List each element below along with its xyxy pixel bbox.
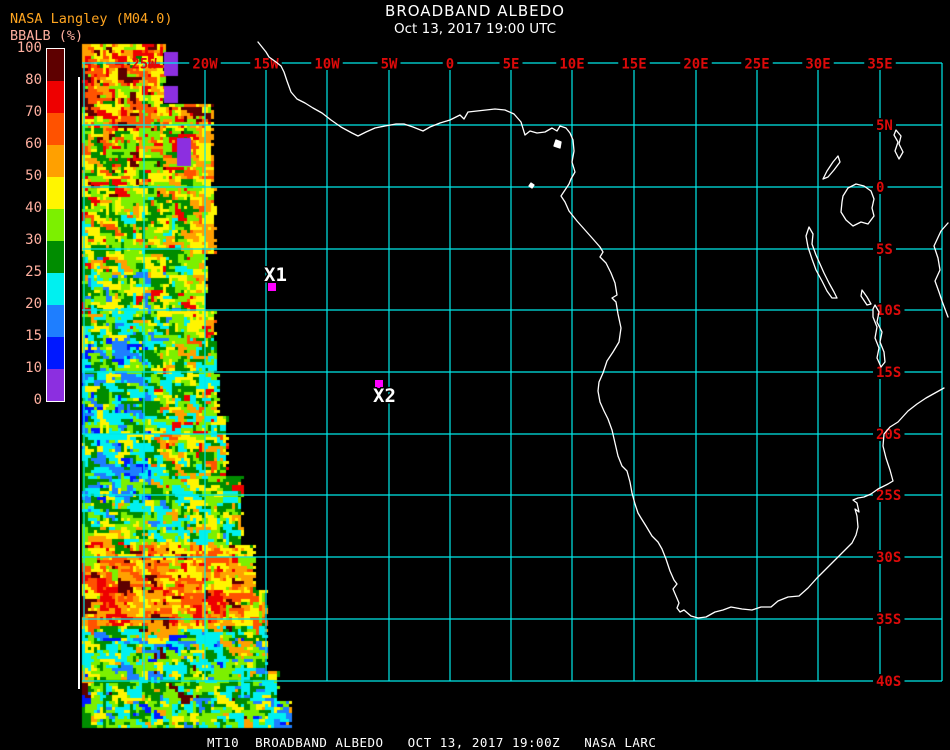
lake-turkana (893, 129, 904, 160)
legend-tick-label: 100 (16, 40, 42, 56)
color-scale-bar (46, 48, 65, 402)
map-overlay: 25W 20W 15W 10W 5W 0 5E 10E 15E 20E 25E 30E 35E 5N 0 5S… (78, 41, 949, 690)
longitude-label: 20E (683, 57, 708, 73)
marker-label: X2 (373, 385, 396, 407)
latitude-label: 15S (876, 365, 901, 381)
longitude-label: 5E (503, 57, 520, 73)
lake-victoria (840, 183, 875, 227)
point-marker-x1: X1 (263, 263, 288, 291)
longitude-label: 35E (867, 57, 892, 73)
island-bioko (553, 139, 562, 149)
legend-segment (47, 241, 64, 273)
legend-tick-label: 15 (25, 328, 42, 344)
legend-segment (47, 145, 64, 177)
legend-tick-label: 30 (25, 232, 42, 248)
timestamp-subtitle: Oct 13, 2017 19:00 UTC (394, 21, 556, 37)
legend-tick-label: 50 (25, 168, 42, 184)
page-title: BROADBAND ALBEDO (385, 2, 565, 20)
legend-tick-label: 10 (25, 360, 42, 376)
legend-segment (47, 81, 64, 113)
lake-tanganyika (805, 226, 838, 299)
longitude-label: 30E (805, 57, 830, 73)
latitude-label: 5S (876, 242, 893, 258)
latitude-label: 35S (876, 612, 901, 628)
longitude-label: 0 (446, 57, 454, 73)
legend-segment (47, 113, 64, 145)
legend-segment (47, 209, 64, 241)
legend-tick-label: 80 (25, 72, 42, 88)
longitude-label: 10W (314, 57, 340, 73)
longitude-label: 20W (192, 57, 218, 73)
latitude-label: 25S (876, 488, 901, 504)
title-block: BROADBAND ALBEDO Oct 13, 2017 19:00 UTC (0, 2, 950, 37)
legend-tick-label: 0 (33, 392, 42, 408)
legend-tick-label: 60 (25, 136, 42, 152)
latitude-label: 0 (876, 180, 884, 196)
latitude-label: 5N (876, 118, 893, 134)
longitude-label: 15E (621, 57, 646, 73)
map-left-edge-line (78, 77, 80, 689)
latitude-label: 10S (876, 303, 901, 319)
graticule-labels: 25W 20W 15W 10W 5W 0 5E 10E 15E 20E 25E 30E 35E 5N 0 5S… (131, 56, 905, 690)
legend-tick-label: 20 (25, 296, 42, 312)
latitude-label: 30S (876, 550, 901, 566)
coastline-layer (257, 41, 949, 619)
latitude-label: 40S (876, 674, 901, 690)
longitude-label: 25W (131, 57, 157, 73)
longitude-label: 10E (559, 57, 584, 73)
legend-segment (47, 49, 64, 81)
longitude-label: 15W (253, 57, 279, 73)
marker-layer: X1 X2 (263, 263, 398, 409)
legend-tick-label: 70 (25, 104, 42, 120)
legend-segment (47, 177, 64, 209)
legend-segment (47, 305, 64, 337)
island-sao-tome (528, 182, 535, 189)
status-bar: MT10 BROADBAND ALBEDO OCT 13, 2017 19:00… (207, 735, 657, 750)
albedo-product-screen: { "title": {"line1": "BROADBAND ALBEDO",… (0, 0, 950, 750)
africa-west-coastline (257, 41, 945, 619)
legend-tick-label: 25 (25, 264, 42, 280)
legend-tick-label: 40 (25, 200, 42, 216)
longitude-label: 25E (744, 57, 769, 73)
point-marker-x2: X2 (372, 380, 397, 409)
legend-segment (47, 273, 64, 305)
graticule-layer (82, 62, 943, 682)
lake-albert (822, 155, 841, 180)
legend-segment (47, 337, 64, 369)
marker-label: X1 (264, 264, 287, 286)
lake-rukwa (860, 289, 872, 306)
legend-segment (47, 369, 64, 401)
longitude-label: 5W (381, 57, 398, 73)
africa-east-coastline (933, 222, 949, 318)
